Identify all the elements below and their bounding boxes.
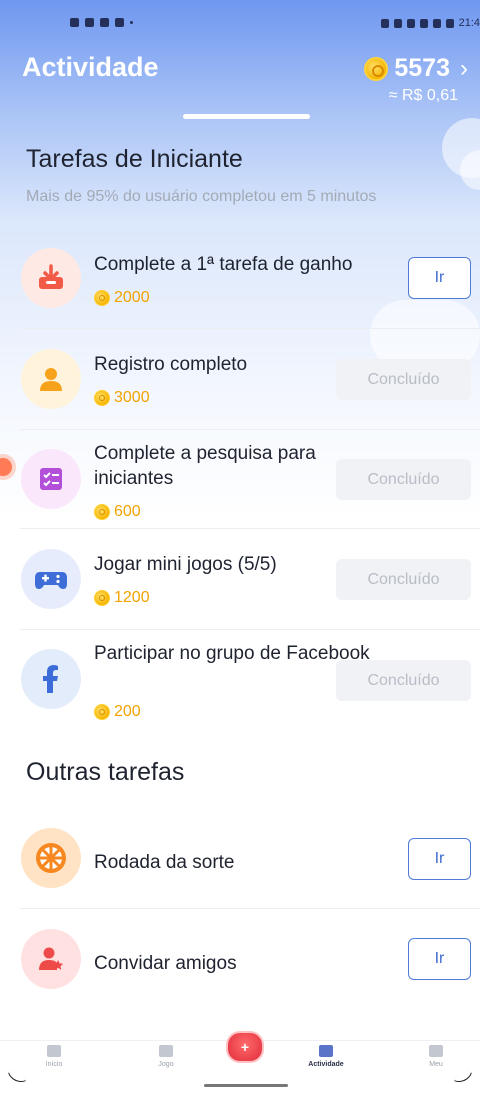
signal-icon (432, 18, 441, 28)
clock: 21:4 (458, 17, 480, 29)
home-icon (47, 1045, 61, 1057)
task-reward: 200 (94, 703, 141, 721)
wheel-icon (21, 828, 81, 888)
task-reward: 3000 (94, 389, 150, 407)
other-section-title: Outras tarefas (26, 758, 185, 786)
balance-money: ≈ R$ 0,61 (388, 87, 458, 104)
completed-button: Concluído (336, 559, 471, 600)
divider (20, 328, 480, 329)
task-reward: 600 (94, 503, 141, 521)
coin-icon (94, 704, 110, 720)
app-notification-icon (115, 18, 124, 27)
task-name: Participar no grupo de Facebook (94, 643, 370, 664)
floating-bubble[interactable] (0, 458, 12, 476)
battery-icon (445, 18, 454, 28)
home-indicator[interactable] (204, 1084, 288, 1087)
more-dot-icon (130, 21, 133, 24)
nav-item-home[interactable]: Início (24, 1045, 84, 1068)
nav-center-gift-button[interactable]: + (226, 1031, 264, 1063)
user-icon (21, 349, 81, 409)
divider (20, 429, 480, 430)
beginner-section-title: Tarefas de Iniciante (26, 145, 243, 173)
system-icons: 21:4 (380, 17, 480, 29)
reward-amount: 200 (114, 703, 141, 720)
task-reward: 2000 (94, 289, 150, 307)
task-name: Rodada da sorte (94, 852, 235, 873)
nav-label: Actividade (308, 1061, 344, 1068)
divider (20, 908, 480, 909)
alarm-icon (380, 18, 389, 28)
gift-icon (319, 1045, 333, 1057)
task-name: Registro completo (94, 354, 248, 375)
game-icon (159, 1045, 173, 1057)
gamepad-icon (21, 549, 81, 609)
wifi-icon (419, 18, 428, 28)
app-notification-icon (70, 18, 79, 27)
nav-item-game[interactable]: Jogo (136, 1045, 196, 1068)
divider (20, 629, 480, 630)
nav-label: Jogo (158, 1061, 174, 1068)
page-title: Actividade (22, 52, 159, 82)
divider (20, 528, 480, 529)
task-reward: 1200 (94, 589, 150, 607)
nav-item-profile[interactable]: Meu (406, 1045, 466, 1068)
nav-label: Início (45, 1061, 63, 1068)
reward-amount: 3000 (114, 389, 150, 406)
checklist-icon (21, 449, 81, 509)
go-button[interactable]: Ir (408, 257, 471, 299)
task-name: Convidar amigos (94, 953, 237, 974)
download-tray-icon (21, 248, 81, 308)
completed-button: Concluído (336, 359, 471, 400)
nav-label: Meu (429, 1061, 443, 1068)
go-button[interactable]: Ir (408, 938, 471, 980)
coin-icon (364, 56, 389, 81)
tab-indicator (183, 114, 310, 119)
coin-balance: 5573 (394, 54, 450, 82)
profile-icon (429, 1045, 443, 1057)
reward-amount: 2000 (114, 289, 150, 306)
task-name: Complete a 1ª tarefa de ganho (94, 254, 353, 275)
app-notification-icon (100, 18, 109, 27)
task-name: Complete a pesquisa para iniciantes (94, 443, 316, 489)
beginner-section-subtitle: Mais de 95% do usuário completou em 5 mi… (26, 188, 377, 205)
notification-icons (70, 18, 133, 27)
status-bar: 21:4 (0, 0, 480, 48)
app-notification-icon (85, 18, 94, 27)
coin-icon (94, 290, 110, 306)
coin-icon (94, 504, 110, 520)
completed-button: Concluído (336, 459, 471, 500)
reward-amount: 600 (114, 503, 141, 520)
nav-item-activity[interactable]: Actividade (296, 1045, 356, 1068)
battery-saver-icon (393, 18, 402, 28)
go-button[interactable]: Ir (408, 838, 471, 880)
eye-icon (406, 18, 415, 28)
facebook-icon (21, 649, 81, 709)
task-name: Jogar mini jogos (5/5) (94, 554, 277, 575)
coin-balance-button[interactable]: 5573 › (364, 54, 468, 83)
chevron-right-icon: › (460, 54, 468, 82)
reward-amount: 1200 (114, 589, 150, 606)
completed-button: Concluído (336, 660, 471, 701)
invite-user-icon (21, 929, 81, 989)
coin-icon (94, 590, 110, 606)
coin-icon (94, 390, 110, 406)
